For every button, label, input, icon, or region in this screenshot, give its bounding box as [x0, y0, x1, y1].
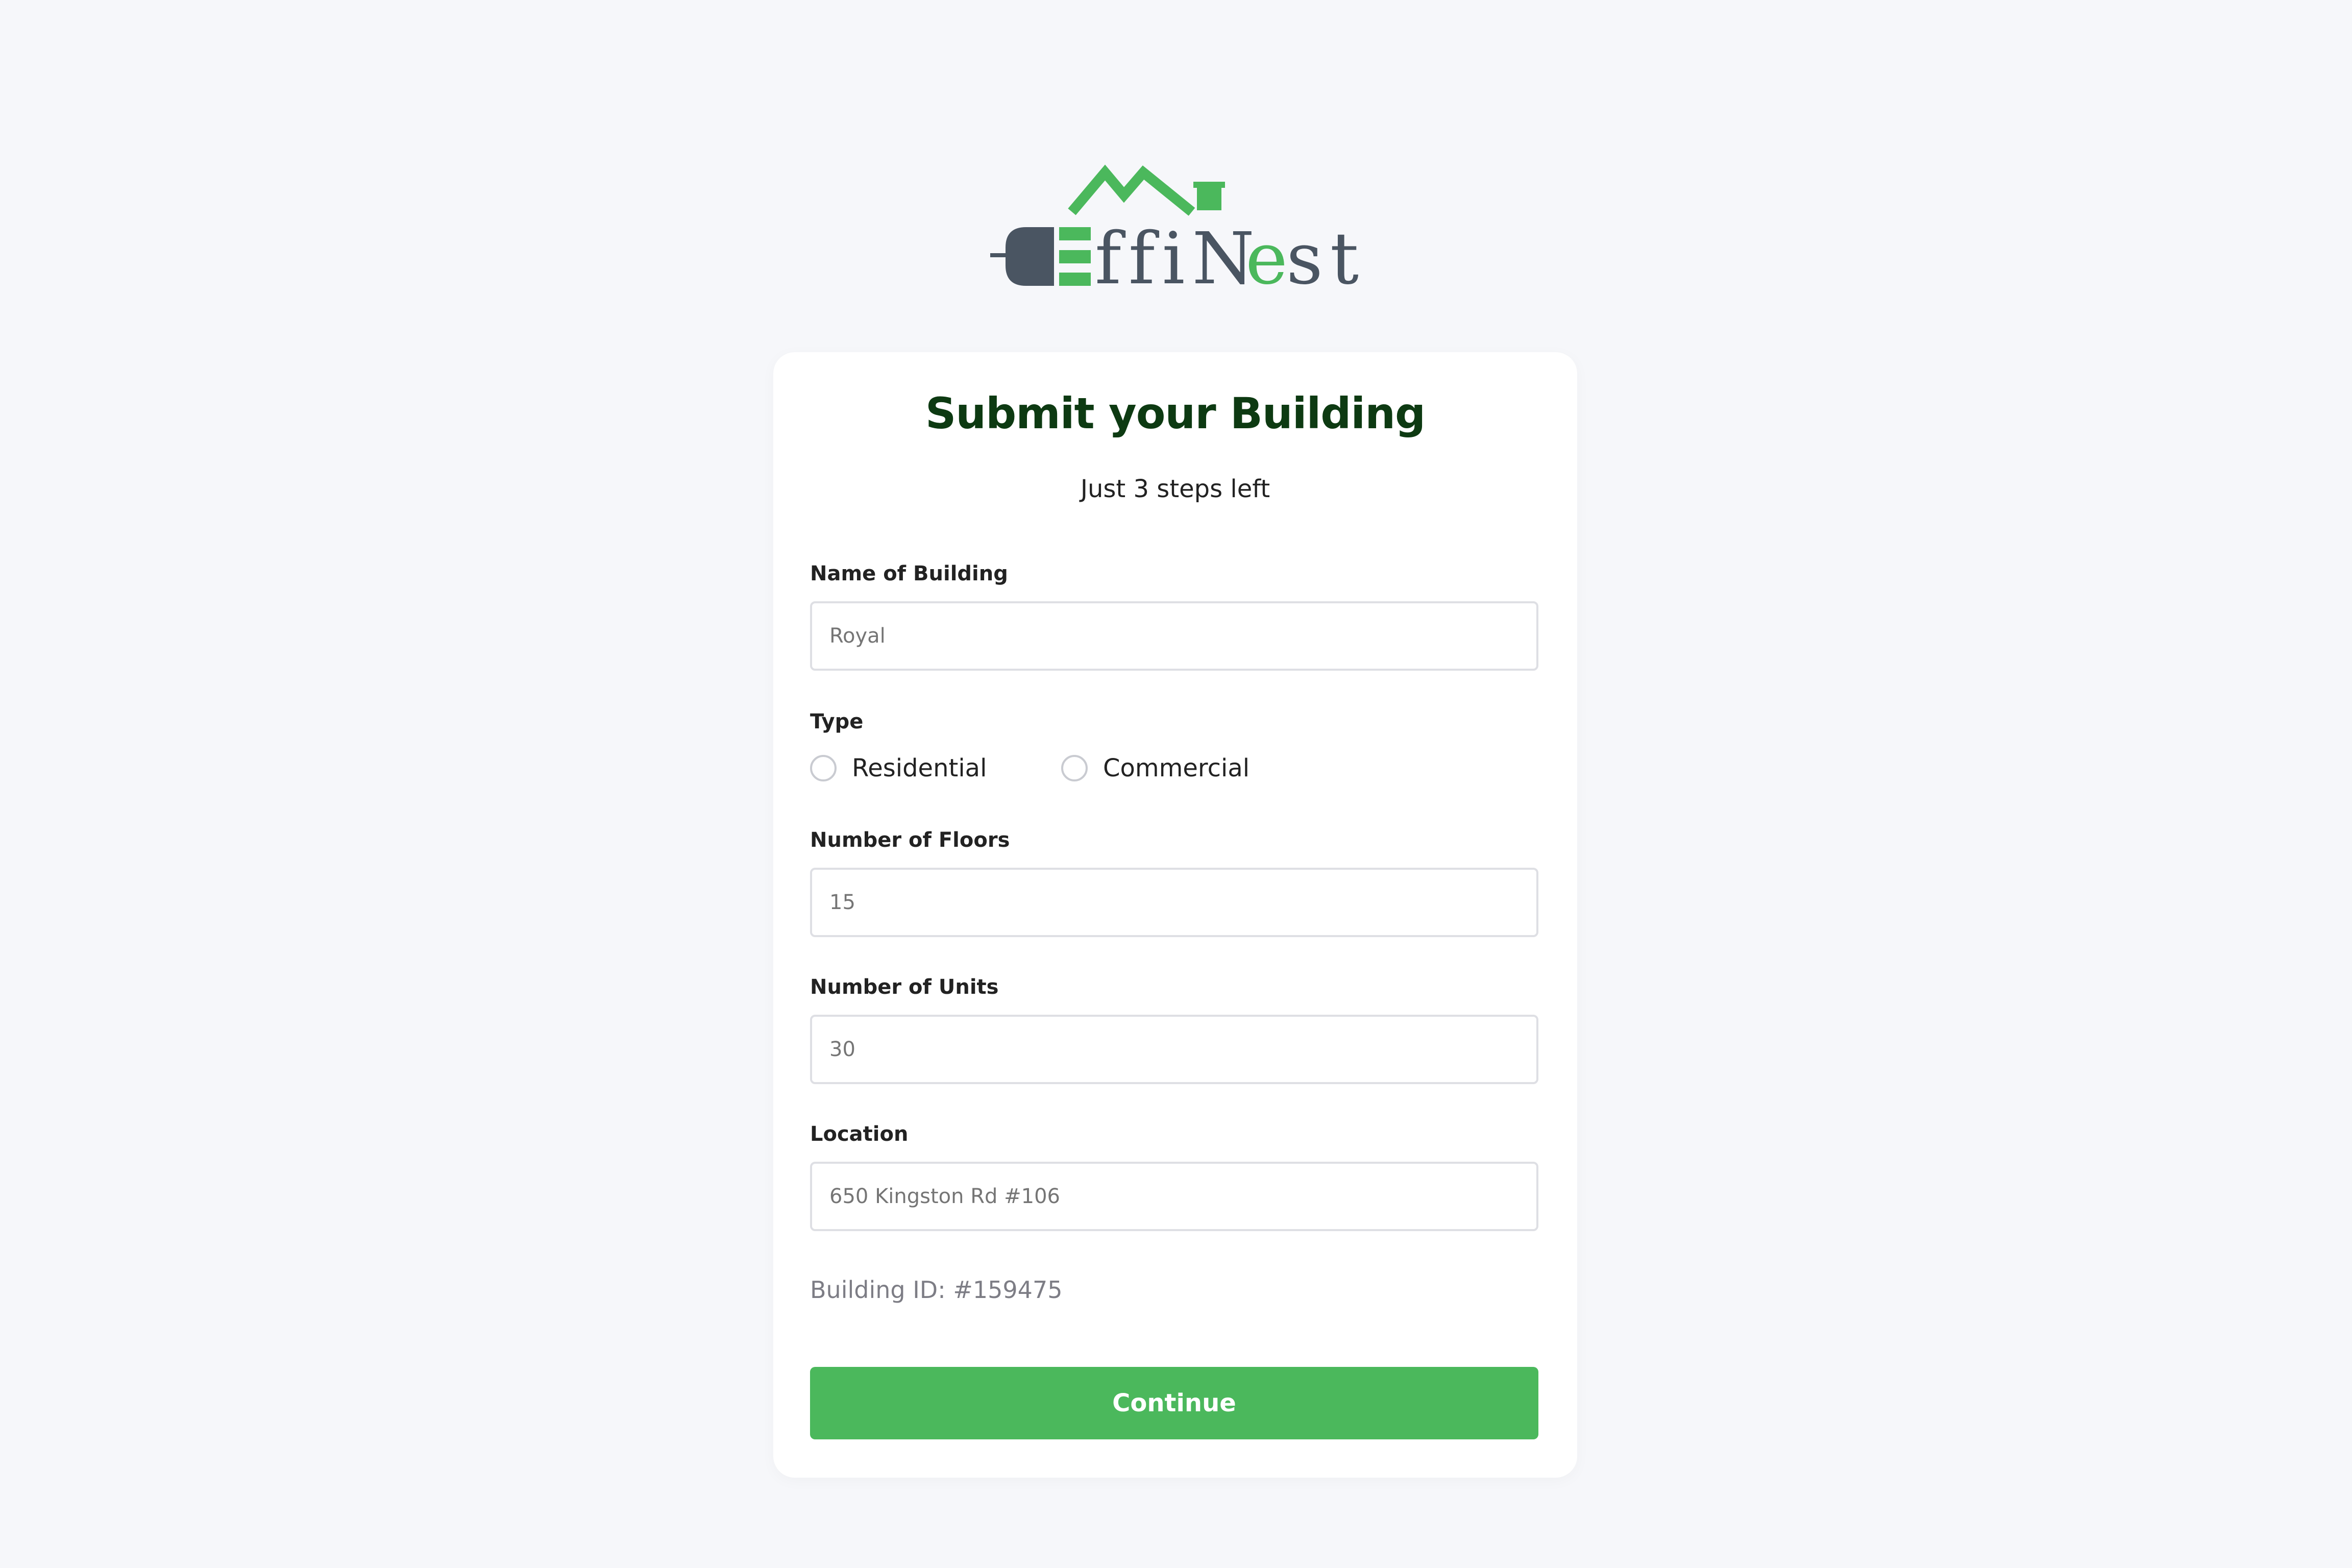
type-radio-residential[interactable]: Residential — [810, 750, 987, 786]
radio-residential-label: Residential — [852, 754, 987, 782]
submit-building-card: Submit your Building Just 3 steps left N… — [773, 352, 1577, 1478]
svg-text:st: st — [1286, 217, 1363, 296]
units-input[interactable] — [810, 1015, 1538, 1084]
building-id-text: Building ID: #159475 — [810, 1276, 1063, 1304]
effinest-logo-graphic: ffiN e st — [990, 164, 1363, 296]
svg-text:e: e — [1245, 217, 1288, 296]
type-radio-group: Residential Commercial — [810, 750, 1538, 786]
effinest-logo: ffiN e st — [990, 163, 1363, 296]
page-title: Submit your Building — [925, 388, 1426, 438]
building-name-input[interactable] — [810, 601, 1538, 671]
steps-left-text: Just 3 steps left — [1080, 475, 1270, 503]
location-input[interactable] — [810, 1162, 1538, 1231]
floors-label: Number of Floors — [810, 828, 1010, 852]
radio-commercial-label: Commercial — [1103, 754, 1250, 782]
radio-residential-circle[interactable] — [810, 755, 837, 781]
building-name-label: Name of Building — [810, 562, 1008, 585]
type-label: Type — [810, 710, 864, 733]
units-label: Number of Units — [810, 975, 999, 999]
continue-button[interactable]: Continue — [810, 1367, 1538, 1439]
location-label: Location — [810, 1122, 909, 1146]
svg-text:ffiN: ffiN — [1095, 217, 1262, 296]
radio-commercial-circle[interactable] — [1061, 755, 1088, 781]
type-radio-commercial[interactable]: Commercial — [1061, 750, 1250, 786]
floors-input[interactable] — [810, 868, 1538, 937]
